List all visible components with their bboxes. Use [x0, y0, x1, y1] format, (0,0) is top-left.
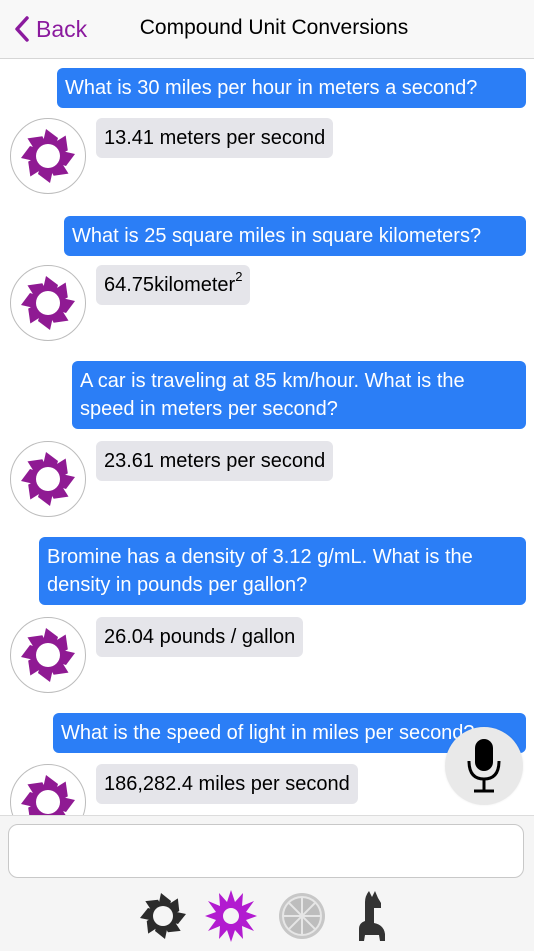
page-title: Compound Unit Conversions	[139, 16, 409, 39]
unit-exponent: 2	[235, 269, 243, 285]
microphone-icon	[467, 739, 501, 793]
llama-icon	[359, 891, 385, 941]
microphone-button[interactable]	[445, 727, 523, 805]
bot-bubble: 13.41 meters per second	[96, 118, 334, 158]
nav-bar: Back Compound Unit Conversions	[0, 0, 534, 59]
user-message: Bromine has a density of 3.12 g/mL. What…	[39, 537, 526, 605]
bottom-bar	[0, 815, 534, 951]
tab-citrus[interactable]	[274, 888, 330, 944]
bot-bubble: 23.61 meters per second	[96, 441, 334, 481]
user-message: What is 30 miles per hour in meters a se…	[57, 68, 526, 108]
chat-area[interactable]: What is 30 miles per hour in meters a se…	[0, 58, 534, 815]
purple-pinwheel-icon	[21, 775, 75, 815]
answer-unit: kilometer	[154, 274, 236, 296]
purple-pinwheel-icon	[21, 452, 75, 506]
user-bubble-line: A car is traveling at 85 km/hour. What i…	[80, 370, 465, 392]
bot-bubble: 26.04 pounds / gallon	[96, 617, 304, 657]
bot-avatar	[10, 764, 86, 815]
tab-dark-flower[interactable]	[135, 888, 191, 944]
citrus-icon	[279, 893, 325, 939]
purple-pinwheel-icon	[21, 628, 75, 682]
bot-avatar	[10, 265, 86, 341]
user-bubble: Bromine has a density of 3.12 g/mL. What…	[39, 537, 526, 605]
user-bubble: What is 25 square miles in square kilome…	[64, 216, 526, 256]
purple-pinwheel-icon	[21, 129, 75, 183]
bot-avatar	[10, 118, 86, 194]
purple-star-icon	[205, 890, 257, 942]
user-bubble-line: Bromine has a density of 3.12 g/mL. What…	[47, 546, 473, 568]
user-message: What is 25 square miles in square kilome…	[64, 216, 526, 256]
user-bubble-line: density in pounds per gallon?	[47, 574, 308, 596]
tab-purple-star[interactable]	[203, 888, 259, 944]
tab-llama[interactable]	[345, 888, 401, 944]
user-message: A car is traveling at 85 km/hour. What i…	[72, 361, 526, 429]
purple-pinwheel-icon	[21, 276, 75, 330]
bot-bubble: 186,282.4 miles per second	[96, 764, 358, 804]
bot-bubble: 64.75kilometer2	[96, 265, 251, 305]
user-bubble-line: speed in meters per second?	[80, 398, 338, 420]
dark-flower-icon	[140, 893, 186, 939]
user-bubble: A car is traveling at 85 km/hour. What i…	[72, 361, 526, 429]
bot-avatar	[10, 617, 86, 693]
bot-avatar	[10, 441, 86, 517]
message-input[interactable]	[8, 824, 524, 878]
answer-value: 64.75	[104, 274, 155, 296]
user-bubble: What is 30 miles per hour in meters a se…	[57, 68, 526, 108]
